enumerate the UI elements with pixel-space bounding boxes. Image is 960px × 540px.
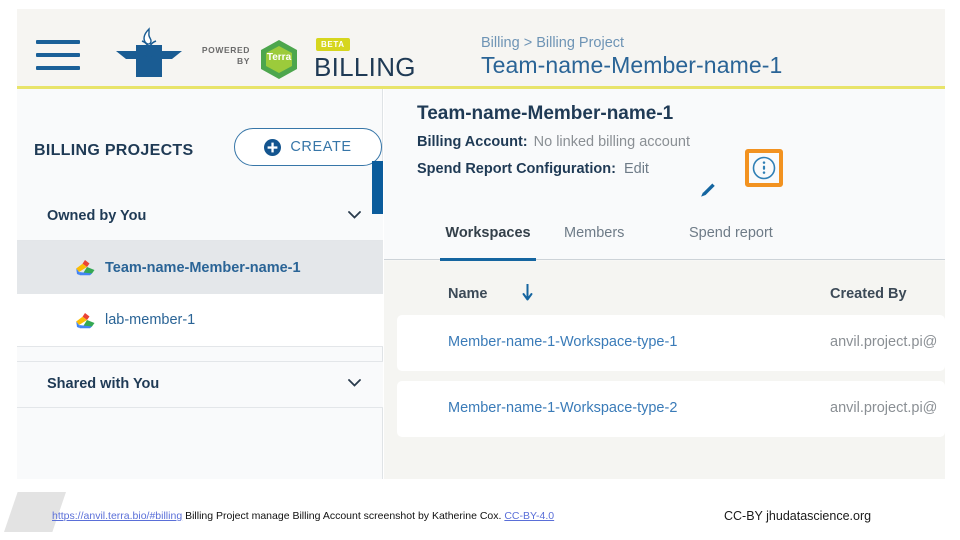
workspaces-table: Name Created By Member-name-1-Workspace-… — [384, 261, 945, 479]
tab-label: Members — [564, 225, 625, 241]
google-cloud-icon — [76, 312, 95, 328]
table-row[interactable]: Member-name-1-Workspace-type-1 anvil.pro… — [397, 315, 945, 371]
spend-report-label: Spend Report Configuration: — [417, 161, 616, 177]
sidebar-item-label: lab-member-1 — [105, 312, 196, 328]
powered-by-line2: BY — [236, 56, 250, 66]
billing-account-value: No linked billing account — [533, 134, 690, 150]
anvil-logo-icon — [116, 27, 182, 77]
sidebar-title: BILLING PROJECTS — [34, 142, 194, 159]
create-billing-project-button[interactable]: CREATE — [234, 128, 382, 166]
screenshot-frame: POWERED BY Terra BETA BILLING Billing > … — [17, 9, 945, 479]
terra-logo-icon: Terra — [260, 39, 298, 80]
tab-workspaces[interactable]: Workspaces — [440, 222, 536, 262]
sidebar-group-owned-by-you[interactable]: Owned by You — [17, 194, 383, 241]
project-summary: Team-name-Member-name-1 Billing Account:… — [384, 89, 945, 222]
caption-credit: CC-BY jhudatascience.org — [724, 509, 872, 523]
source-url-link[interactable]: https://anvil.terra.bio/#billing — [52, 510, 182, 522]
tab-bar: Workspaces Members Spend report — [384, 222, 945, 262]
tab-members[interactable]: Members — [564, 222, 624, 260]
main-content: Team-name-Member-name-1 Billing Account:… — [384, 89, 945, 479]
tab-label: Spend report — [689, 225, 773, 241]
breadcrumb[interactable]: Billing > Billing Project — [481, 35, 624, 51]
workspace-created-by: anvil.project.pi@ — [830, 334, 938, 350]
tab-spend-report[interactable]: Spend report — [689, 222, 773, 260]
pencil-icon[interactable] — [700, 181, 717, 198]
sidebar-group-label: Owned by You — [47, 208, 147, 224]
terra-label: Terra — [266, 52, 292, 63]
caption-text: Billing Project manage Billing Account s… — [182, 510, 505, 522]
sidebar-header: BILLING PROJECTS CREATE — [17, 111, 383, 166]
create-button-label: CREATE — [290, 139, 352, 155]
plus-circle-icon — [264, 138, 282, 156]
sidebar: BILLING PROJECTS CREATE Owned by You Tea… — [17, 89, 383, 479]
page-title: Team-name-Member-name-1 — [481, 52, 783, 78]
project-title: Team-name-Member-name-1 — [417, 103, 674, 124]
workspace-name-link[interactable]: Member-name-1-Workspace-type-1 — [448, 334, 677, 350]
caption-attribution: https://anvil.terra.bio/#billing Billing… — [52, 510, 554, 522]
table-row[interactable]: Member-name-1-Workspace-type-2 anvil.pro… — [397, 381, 945, 437]
google-cloud-icon — [76, 260, 95, 276]
sort-descending-arrow-icon[interactable] — [522, 283, 533, 301]
workspace-created-by: anvil.project.pi@ — [830, 400, 938, 416]
beta-badge: BETA — [316, 38, 350, 51]
tab-label: Workspaces — [445, 225, 531, 241]
billing-account-row: Billing Account: No linked billing accoun… — [417, 134, 690, 150]
product-name: BILLING — [314, 52, 416, 82]
slide-canvas: POWERED BY Terra BETA BILLING Billing > … — [0, 0, 960, 540]
powered-by-line1: POWERED — [201, 45, 250, 55]
sidebar-group-label: Shared with You — [47, 376, 160, 392]
selected-item-indicator — [372, 161, 383, 214]
sidebar-item-lab-member-1[interactable]: lab-member-1 — [17, 294, 383, 347]
app-header: POWERED BY Terra BETA BILLING Billing > … — [17, 9, 945, 86]
license-link[interactable]: CC-BY-4.0 — [504, 510, 554, 522]
sidebar-item-team-name-member-name-1[interactable]: Team-name-Member-name-1 — [17, 241, 383, 294]
info-circle-icon[interactable] — [752, 156, 776, 180]
billing-account-label: Billing Account: — [417, 134, 528, 150]
chevron-down-icon — [348, 211, 361, 219]
column-header-name[interactable]: Name — [448, 286, 488, 302]
column-header-created-by[interactable]: Created By — [830, 286, 907, 302]
powered-by-label: POWERED BY — [195, 45, 250, 67]
hamburger-menu-icon[interactable] — [36, 40, 80, 70]
sidebar-item-label: Team-name-Member-name-1 — [105, 259, 301, 276]
spend-report-config-row: Spend Report Configuration: Edit — [417, 161, 649, 177]
workspace-name-link[interactable]: Member-name-1-Workspace-type-2 — [448, 400, 677, 416]
sidebar-group-shared-with-you[interactable]: Shared with You — [17, 361, 383, 408]
chevron-down-icon — [348, 379, 361, 387]
spend-report-edit-link[interactable]: Edit — [624, 161, 649, 177]
